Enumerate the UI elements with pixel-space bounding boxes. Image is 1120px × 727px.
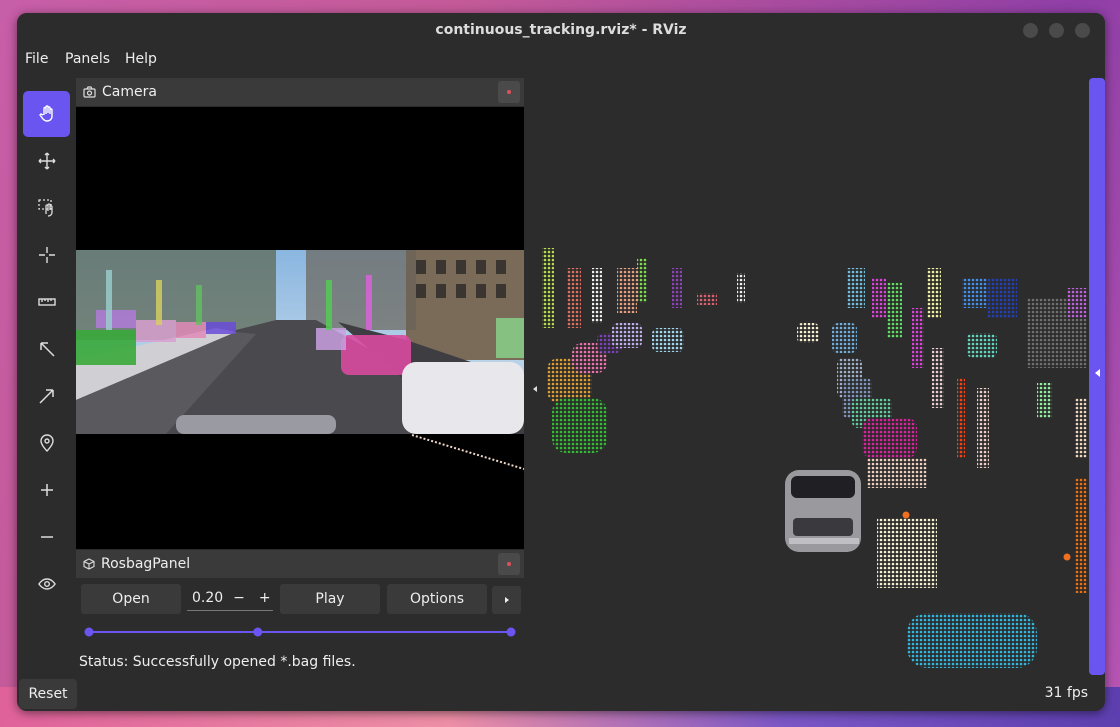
- close-window-button[interactable]: [1075, 23, 1090, 38]
- zoom-in-tool-button[interactable]: [23, 467, 70, 513]
- visibility-tool-button[interactable]: [23, 561, 70, 607]
- publish-point-icon: [39, 434, 54, 452]
- options-button[interactable]: Options: [387, 584, 487, 614]
- cube-icon: [83, 558, 95, 570]
- camera-image: [76, 107, 524, 549]
- title-bar: continuous_tracking.rviz* - RViz: [17, 13, 1105, 47]
- nav-goal-icon: [38, 389, 54, 404]
- rosbag-panel-close-button[interactable]: [498, 553, 520, 575]
- rosbag-panel-header: RosbagPanel: [76, 550, 524, 578]
- fps-counter: 31 fps: [1044, 685, 1088, 701]
- publish-point-tool-button[interactable]: [23, 420, 70, 466]
- zoom-out-tool-button[interactable]: [23, 514, 70, 560]
- measure-icon: [37, 298, 56, 306]
- maximize-button[interactable]: [1049, 23, 1064, 38]
- timeline-handle[interactable]: [84, 627, 94, 637]
- timeline-handle[interactable]: [253, 627, 263, 637]
- hand-interact-icon: [38, 105, 53, 122]
- focus-camera-tool-button[interactable]: [23, 232, 70, 278]
- rate-decrement-button[interactable]: −: [233, 590, 245, 606]
- select-icon: [37, 199, 53, 217]
- close-icon: [507, 90, 511, 94]
- focus-camera-icon: [38, 247, 55, 263]
- minimize-button[interactable]: [1023, 23, 1038, 38]
- right-dock-handle[interactable]: [1089, 78, 1105, 675]
- open-button[interactable]: Open: [81, 584, 181, 614]
- play-button[interactable]: Play: [280, 584, 380, 614]
- play-arrow-icon: [504, 597, 509, 603]
- move-camera-icon: [38, 152, 55, 170]
- timeline-slider[interactable]: [79, 625, 523, 639]
- zoom-out-icon: [40, 536, 53, 538]
- visibility-eye-icon: [37, 578, 56, 590]
- nav-goal-tool-button[interactable]: [23, 373, 70, 419]
- timeline-handle[interactable]: [506, 627, 516, 637]
- window-title: continuous_tracking.rviz* - RViz: [435, 22, 687, 38]
- pose-estimate-icon: [39, 342, 55, 357]
- rate-increment-button[interactable]: +: [259, 590, 271, 606]
- measure-tool-button[interactable]: [23, 279, 70, 325]
- pose-estimate-tool-button[interactable]: [23, 326, 70, 372]
- close-icon: [507, 562, 511, 566]
- more-button[interactable]: [492, 586, 521, 614]
- interact-tool-button[interactable]: [23, 91, 70, 137]
- camera-icon: [83, 86, 96, 98]
- status-text: Status: Successfully opened *.bag files.: [79, 654, 356, 670]
- move-camera-tool-button[interactable]: [23, 138, 70, 184]
- menu-help[interactable]: Help: [125, 51, 157, 67]
- 3d-render-view[interactable]: [527, 78, 1087, 675]
- camera-image-view[interactable]: [76, 107, 524, 549]
- camera-panel-header: Camera: [76, 78, 524, 106]
- select-tool-button[interactable]: [23, 185, 70, 231]
- ego-car-model: [785, 470, 861, 552]
- menu-file[interactable]: File: [25, 51, 48, 67]
- camera-panel-title: Camera: [102, 84, 157, 100]
- camera-panel-close-button[interactable]: [498, 81, 520, 103]
- collapse-right-arrow-icon: [1095, 369, 1100, 377]
- rviz-window: continuous_tracking.rviz* - RViz File Pa…: [17, 13, 1105, 711]
- rosbag-panel-title: RosbagPanel: [101, 556, 191, 572]
- zoom-in-icon: [40, 484, 53, 496]
- rate-spinbox[interactable]: 0.20 − +: [187, 585, 273, 611]
- menu-panels[interactable]: Panels: [65, 51, 110, 67]
- collapse-left-arrow-icon: [533, 386, 537, 392]
- point-cloud-scene: [533, 248, 1087, 668]
- rate-value: 0.20: [192, 589, 224, 606]
- reset-button[interactable]: Reset: [19, 679, 77, 709]
